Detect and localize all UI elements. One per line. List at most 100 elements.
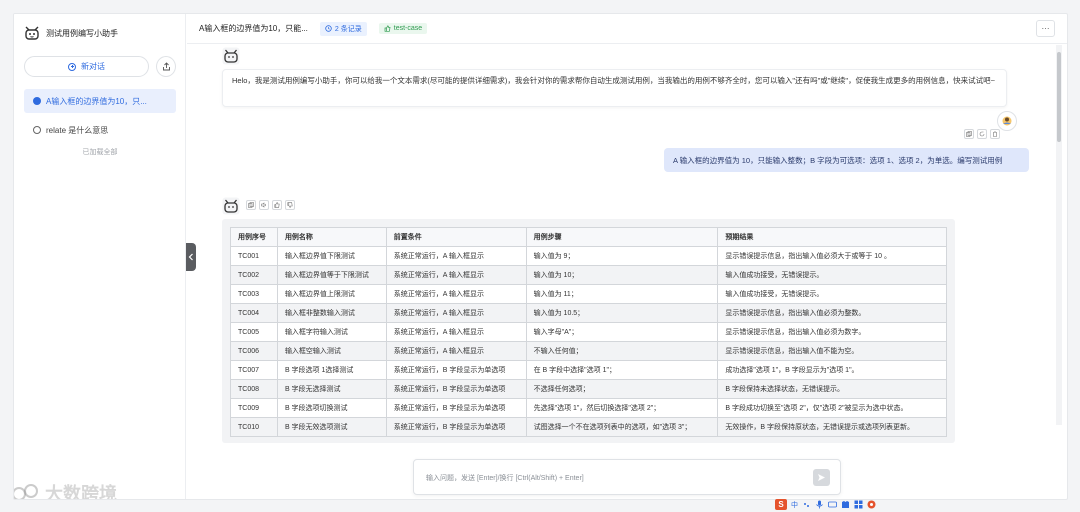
column-header: 用例步骤 bbox=[525, 227, 719, 247]
chat-bubble-icon bbox=[33, 126, 41, 134]
more-options-button[interactable]: ··· bbox=[1036, 20, 1055, 37]
copy-icon bbox=[966, 131, 972, 137]
column-header: 预期结果 bbox=[717, 227, 947, 247]
speaker-button[interactable] bbox=[259, 200, 269, 210]
chat-header: A输入框的边界值为10，只能... 2 条记录 test-case ··· bbox=[187, 14, 1067, 44]
table-row: TC002 输入框边界值等于下限测试 系统正常运行，A 输入框显示 输入值为 10；输… bbox=[230, 265, 947, 285]
table-row: TC003 输入框边界值上限测试 系统正常运行，A 输入框显示 输入值为 11； 输入值… bbox=[230, 284, 947, 304]
table-cell: B 字段选项 1选择测试 bbox=[276, 360, 387, 380]
table-cell: 无效操作，B 字段保持原状态，无错误提示或选项列表更新。 bbox=[717, 417, 947, 437]
table-cell: 系统正常运行，A 输入框显示 bbox=[385, 322, 527, 342]
table-cell: 系统正常运行，A 输入框显示 bbox=[385, 265, 527, 285]
conversation-label: A输入框的边界值为10，只... bbox=[46, 96, 147, 106]
send-button[interactable] bbox=[813, 469, 830, 486]
chat-input-box bbox=[413, 459, 841, 495]
table-cell: TC008 bbox=[230, 379, 278, 399]
watermark: 大数跨境 bbox=[14, 480, 117, 499]
conversation-item[interactable]: A输入框的边界值为10，只... bbox=[24, 89, 176, 113]
table-cell: TC009 bbox=[230, 398, 278, 418]
delete-button[interactable] bbox=[990, 129, 1000, 139]
table-cell: 输入框字符输入测试 bbox=[276, 322, 387, 342]
chat-input[interactable] bbox=[426, 471, 806, 485]
table-cell: 输入值为 10.5； bbox=[525, 303, 719, 323]
table-cell: 成功选择"选项 1"，B 字段显示为"选项 1"。 bbox=[717, 360, 947, 380]
table-cell: 输入值为 10； bbox=[525, 265, 719, 285]
table-row: TC009 B 字段选项切换测试 系统正常运行，B 字段显示为单选项 先选择"选项 1… bbox=[230, 398, 947, 418]
table-cell: 显示错误提示信息，指出输入值必须大于或等于 10 。 bbox=[717, 246, 947, 266]
thumbs-down-icon bbox=[287, 202, 293, 208]
conversation-item[interactable]: relate 是什么意思 bbox=[24, 118, 176, 142]
like-button[interactable] bbox=[272, 200, 282, 210]
test-case-table-card: 用例序号 用例名称 前置条件 用例步骤 预期结果 TC001 输入框边界值下限测试… bbox=[222, 219, 955, 443]
table-row: TC010 B 字段无效选项测试 系统正常运行，B 字段显示为单选项 试图选择一个不在… bbox=[230, 417, 947, 437]
table-cell: 系统正常运行，B 字段显示为单选项 bbox=[385, 360, 527, 380]
table-cell: 显示错误提示信息，指出输入值不能为空。 bbox=[717, 341, 947, 361]
clock-icon bbox=[325, 25, 332, 32]
user-message-tools bbox=[964, 129, 1000, 139]
copy-button[interactable] bbox=[964, 129, 974, 139]
table-row: TC008 B 字段无选择测试 系统正常运行，B 字段显示为单选项 不选择任何选项； B… bbox=[230, 379, 947, 399]
table-cell: 试图选择一个不在选项列表中的选项，如"选项 3"； bbox=[525, 417, 719, 437]
table-cell: TC007 bbox=[230, 360, 278, 380]
table-cell: 不选择任何选项； bbox=[525, 379, 719, 399]
table-row: TC007 B 字段选项 1选择测试 系统正常运行，B 字段显示为单选项在 B 字段… bbox=[230, 360, 947, 380]
sidebar-collapse-handle[interactable] bbox=[186, 243, 196, 271]
microphone-icon[interactable] bbox=[815, 500, 824, 509]
brand: 测试用例编写小助手 bbox=[24, 24, 118, 42]
user-avatar-icon bbox=[1002, 116, 1012, 126]
column-header: 前置条件 bbox=[385, 227, 527, 247]
robot-logo-icon bbox=[25, 26, 39, 40]
table-cell: 系统正常运行，A 输入框显示 bbox=[385, 246, 527, 266]
loaded-all-text: 已加载全部 bbox=[82, 149, 118, 156]
export-button[interactable] bbox=[156, 56, 176, 77]
bot-avatar-icon bbox=[222, 47, 240, 65]
table-cell: 系统正常运行，A 输入框显示 bbox=[385, 284, 527, 304]
table-cell: 显示错误提示信息，指出输入值必须为数字。 bbox=[717, 322, 947, 342]
table-cell: 显示错误提示信息，指出输入值必须为整数。 bbox=[717, 303, 947, 323]
table-cell: 系统正常运行，A 输入框显示 bbox=[385, 303, 527, 323]
ime-logo[interactable]: S bbox=[775, 499, 787, 510]
watermark-logo-icon bbox=[14, 484, 38, 499]
scrollbar-thumb[interactable] bbox=[1057, 52, 1061, 142]
table-cell: B 字段保持未选择状态，无错误提示。 bbox=[717, 379, 947, 399]
table-cell: 输入框空输入测试 bbox=[276, 341, 387, 361]
copy-button[interactable] bbox=[246, 200, 256, 210]
user-message: A 输入框的边界值为 10，只能输入整数；B 字段为可选项：选项 1、选项 2，… bbox=[664, 148, 1029, 172]
table-header-row: 用例序号 用例名称 前置条件 用例步骤 预期结果 bbox=[230, 227, 947, 247]
table-cell: 输入框边界值等于下限测试 bbox=[276, 265, 387, 285]
records-badge-label: 2 条记录 bbox=[334, 25, 362, 33]
table-cell: 系统正常运行，B 字段显示为单选项 bbox=[385, 417, 527, 437]
table-cell: 输入值为 9； bbox=[525, 246, 719, 266]
trash-icon bbox=[993, 131, 997, 137]
table-cell: 输入框边界值上限测试 bbox=[276, 284, 387, 304]
table-cell: 系统正常运行，B 字段显示为单选项 bbox=[385, 379, 527, 399]
skin-icon[interactable] bbox=[841, 500, 850, 509]
table-cell: 输入值成功接受，无错误提示。 bbox=[717, 265, 947, 285]
table-row: TC005 输入框字符输入测试 系统正常运行，A 输入框显示 输入字母"A"； 显示错误… bbox=[230, 322, 947, 342]
column-header: 用例序号 bbox=[230, 227, 278, 247]
table-cell: 在 B 字段中选择"选项 1"； bbox=[525, 360, 719, 380]
new-chat-button[interactable]: 新对话 bbox=[24, 56, 149, 77]
conversation-title: A输入框的边界值为10，只能... bbox=[199, 24, 308, 33]
table-cell: 系统正常运行，B 字段显示为单选项 bbox=[385, 398, 527, 418]
ime-settings-icon[interactable] bbox=[867, 500, 876, 509]
punctuation-icon[interactable] bbox=[802, 500, 811, 509]
table-cell: 先选择"选项 1"，然后切换选择"选项 2"； bbox=[525, 398, 719, 418]
ime-language[interactable]: 中 bbox=[791, 500, 798, 510]
share-icon bbox=[162, 62, 170, 71]
ime-toolbar: S 中 bbox=[775, 498, 876, 511]
table-cell: TC003 bbox=[230, 284, 278, 304]
chevron-left-icon bbox=[188, 253, 193, 261]
tag-badge: test-case bbox=[378, 23, 428, 34]
table-cell: B 字段选项切换测试 bbox=[276, 398, 387, 418]
welcome-message: Helo，我是测试用例编写小助手，你可以给我一个文本需求(尽可能的提供详细需求)… bbox=[222, 69, 1007, 107]
records-badge: 2 条记录 bbox=[319, 21, 367, 36]
keyboard-icon[interactable] bbox=[828, 500, 837, 509]
dislike-button[interactable] bbox=[285, 200, 295, 210]
retry-button[interactable] bbox=[977, 129, 987, 139]
table-cell: B 字段无选择测试 bbox=[276, 379, 387, 399]
grid-menu-icon[interactable] bbox=[854, 500, 863, 509]
thumb-icon bbox=[384, 25, 391, 32]
table-cell: B 字段成功切换至"选项 2"，仅"选项 2"被显示为选中状态。 bbox=[717, 398, 947, 418]
sidebar: 测试用例编写小助手 新对话 A输入框的边界值为10，只... relate 是什… bbox=[14, 14, 186, 499]
